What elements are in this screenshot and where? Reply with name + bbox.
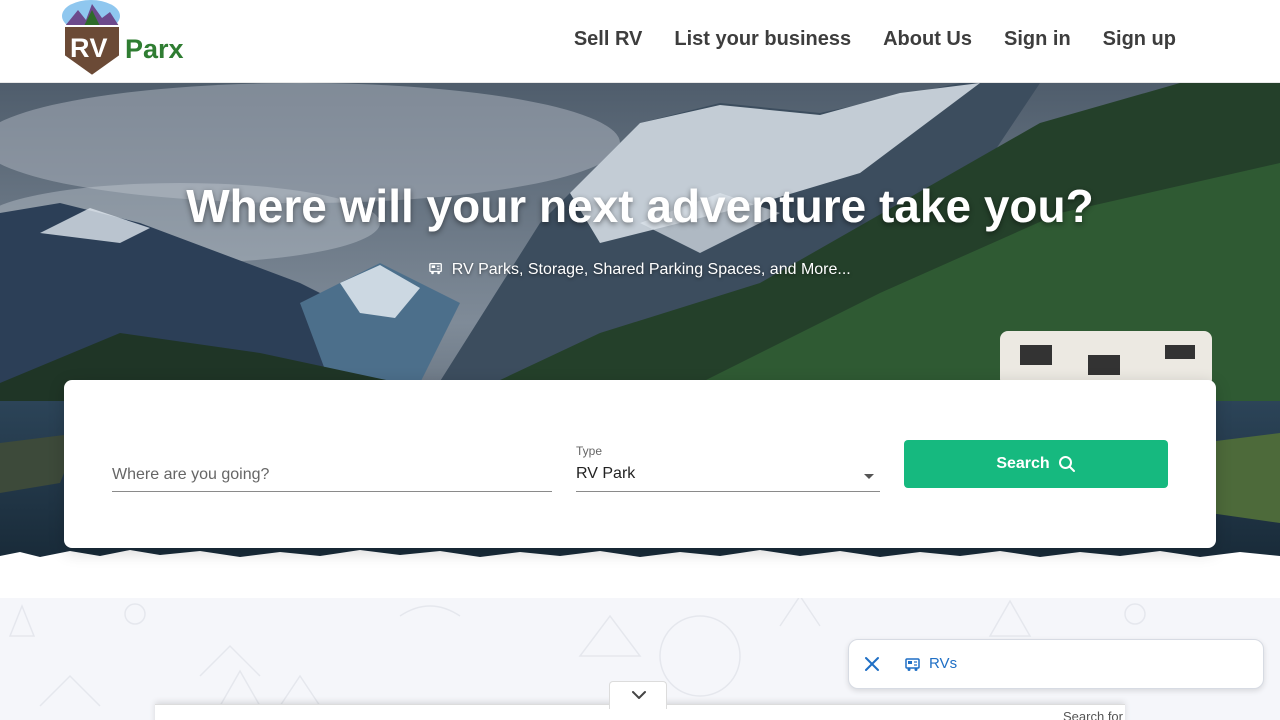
type-select-value: RV Park (576, 465, 636, 482)
main-nav: Sell RV List your business About Us Sign… (574, 28, 1176, 51)
nav-about-us[interactable]: About Us (883, 28, 972, 51)
search-button[interactable]: Search (904, 440, 1168, 488)
rv-icon (429, 262, 443, 275)
hero-subtitle-line: RV Parks, Storage, Shared Parking Spaces… (0, 261, 1280, 279)
close-icon[interactable] (863, 655, 881, 673)
hero-subtitle: RV Parks, Storage, Shared Parking Spaces… (451, 261, 851, 278)
site-header: RV Parx Sell RV List your business About… (0, 0, 1280, 83)
type-label: Type (576, 444, 603, 458)
logo-rv-text: RV (70, 33, 109, 63)
logo-parx-text: Parx (125, 34, 184, 64)
bottom-sheet-toggle[interactable] (609, 681, 667, 709)
nav-sign-in[interactable]: Sign in (1004, 28, 1071, 51)
rv-icon (905, 658, 920, 671)
rvs-chip-popup: RVs (848, 639, 1264, 689)
destination-field[interactable] (112, 460, 552, 492)
nav-sign-up[interactable]: Sign up (1103, 28, 1176, 51)
search-button-label: Search (996, 455, 1050, 472)
bottom-sheet-search-text: Search for (1063, 709, 1123, 720)
rvparx-logo[interactable]: RV Parx (62, 0, 212, 80)
chevron-down-icon (632, 691, 646, 699)
nav-list-business[interactable]: List your business (674, 28, 851, 51)
search-icon (1058, 456, 1075, 472)
search-card: Type RV Park Search (64, 380, 1216, 548)
hero-title: Where will your next adventure take you? (186, 180, 1094, 232)
nav-sell-rv[interactable]: Sell RV (574, 28, 643, 51)
destination-input[interactable] (112, 460, 552, 490)
rvs-chip-label[interactable]: RVs (929, 655, 957, 672)
caret-down-icon (864, 474, 874, 479)
type-select[interactable]: RV Park (576, 462, 880, 492)
torn-paper-divider (0, 550, 1280, 598)
